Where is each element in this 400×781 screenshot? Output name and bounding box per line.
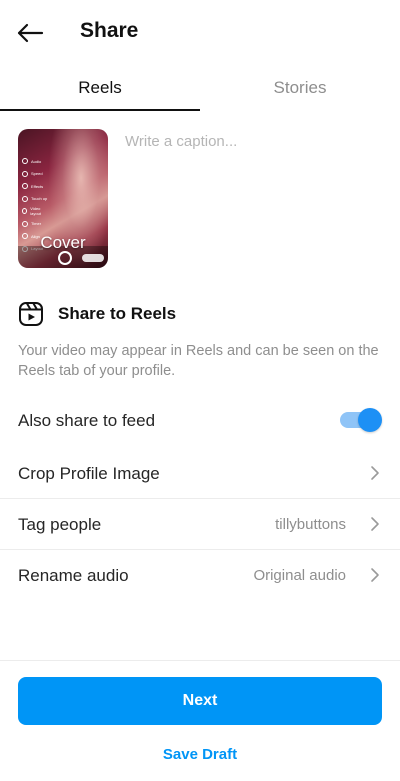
tag-people-value: tillybuttons (275, 516, 346, 533)
video-cover-thumbnail[interactable]: Audio Speed Effects Touch up Video layou… (18, 129, 108, 268)
tool-item: Effects (22, 180, 48, 193)
active-tab-indicator (0, 109, 200, 111)
toggle-knob (358, 408, 382, 432)
tag-people-label: Tag people (18, 514, 102, 534)
also-share-to-feed-toggle[interactable] (340, 408, 382, 432)
thumbnail-next-pill (82, 254, 104, 262)
divider (0, 660, 400, 661)
tool-item: Timer (22, 218, 48, 231)
share-to-reels-label: Share to Reels (58, 304, 177, 323)
crop-profile-image-label: Crop Profile Image (18, 463, 160, 483)
share-to-reels-header: Share to Reels (18, 300, 176, 328)
reels-icon (19, 302, 43, 326)
crop-profile-image-row[interactable]: Crop Profile Image (0, 448, 400, 499)
chevron-right-icon (371, 466, 379, 480)
chevron-right-icon (371, 517, 379, 531)
tool-item: Video layout (22, 205, 48, 218)
tool-item: Touch up (22, 193, 48, 206)
tool-item: Speed (22, 168, 48, 181)
save-draft-button[interactable]: Save Draft (0, 746, 400, 763)
page-title: Share (80, 19, 139, 42)
tab-bar: Reels Stories (0, 64, 400, 111)
also-share-to-feed-label: Also share to feed (18, 410, 156, 430)
back-button[interactable] (14, 18, 46, 48)
record-icon (58, 251, 72, 265)
rename-audio-value: Original audio (253, 567, 346, 584)
caption-input[interactable] (125, 130, 385, 152)
arrow-left-icon (17, 23, 44, 43)
rename-audio-label: Rename audio (18, 565, 129, 585)
tab-stories[interactable]: Stories (200, 64, 400, 111)
rename-audio-row[interactable]: Rename audio Original audio (0, 550, 400, 601)
tab-reels[interactable]: Reels (0, 64, 200, 111)
next-button[interactable]: Next (18, 677, 382, 725)
cover-label: Cover (40, 233, 86, 252)
chevron-right-icon (371, 568, 379, 582)
tag-people-row[interactable]: Tag people tillybuttons (0, 499, 400, 550)
header: Share (0, 0, 400, 64)
share-to-reels-description: Your video may appear in Reels and can b… (18, 343, 379, 379)
tool-item: Audio (22, 155, 48, 168)
